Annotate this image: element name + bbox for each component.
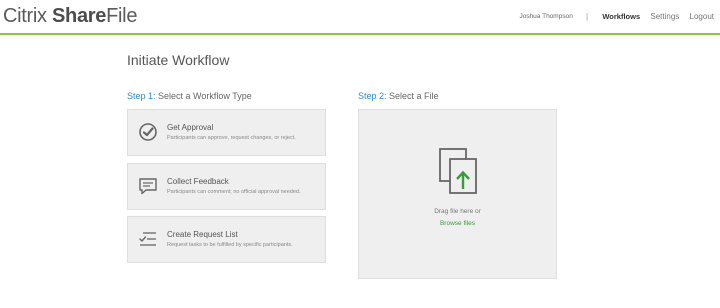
step2-number: Step 2: — [358, 91, 387, 101]
workflow-description: Participants can comment; no official ap… — [167, 189, 301, 195]
workflow-title: Get Approval — [167, 123, 214, 132]
page-title: Initiate Workflow — [127, 52, 230, 68]
sharefile-logo[interactable]: Citrix ShareFile — [3, 5, 137, 27]
browse-files-link[interactable]: Browse files — [359, 220, 556, 228]
nav-workflows[interactable]: Workflows — [602, 11, 640, 23]
feedback-speech-bubble-icon — [138, 176, 158, 196]
request-list-icon — [138, 229, 158, 249]
app-header: Citrix ShareFile Joshua Thompson | Workf… — [0, 0, 720, 35]
workflow-create-request-list[interactable]: Create Request List Request tasks to be … — [127, 216, 326, 263]
workflow-description: Participants can approve, request change… — [167, 135, 296, 141]
file-dropzone[interactable]: Drag file here or Browse files — [358, 109, 557, 279]
step1-number: Step 1: — [127, 91, 156, 101]
workflow-title: Collect Feedback — [167, 177, 229, 186]
nav-settings[interactable]: Settings — [650, 11, 679, 23]
logo-citrix: Citrix — [3, 5, 53, 27]
logo-share: Share — [52, 5, 107, 27]
step1-label: Select a Workflow Type — [155, 91, 252, 101]
step2-label: Select a File — [386, 91, 439, 101]
workflow-get-approval[interactable]: Get Approval Participants can approve, r… — [127, 109, 326, 156]
logo-file: File — [106, 5, 138, 27]
drag-instructions: Drag file here or — [434, 208, 481, 215]
user-name[interactable]: Joshua Thompson — [519, 11, 572, 23]
nav-separator: | — [586, 12, 589, 21]
file-upload-icon — [438, 147, 480, 197]
nav-logout[interactable]: Logout — [690, 11, 714, 23]
top-nav: Joshua Thompson | Workflows Settings Log… — [519, 11, 714, 23]
workflow-collect-feedback[interactable]: Collect Feedback Participants can commen… — [127, 163, 326, 210]
approval-check-icon — [138, 122, 158, 142]
step2-heading: Step 2: Select a File — [358, 91, 439, 102]
workflow-title: Create Request List — [167, 230, 238, 239]
workflow-description: Request tasks to be fulfilled by specifi… — [167, 242, 293, 248]
step1-heading: Step 1: Select a Workflow Type — [127, 91, 252, 102]
